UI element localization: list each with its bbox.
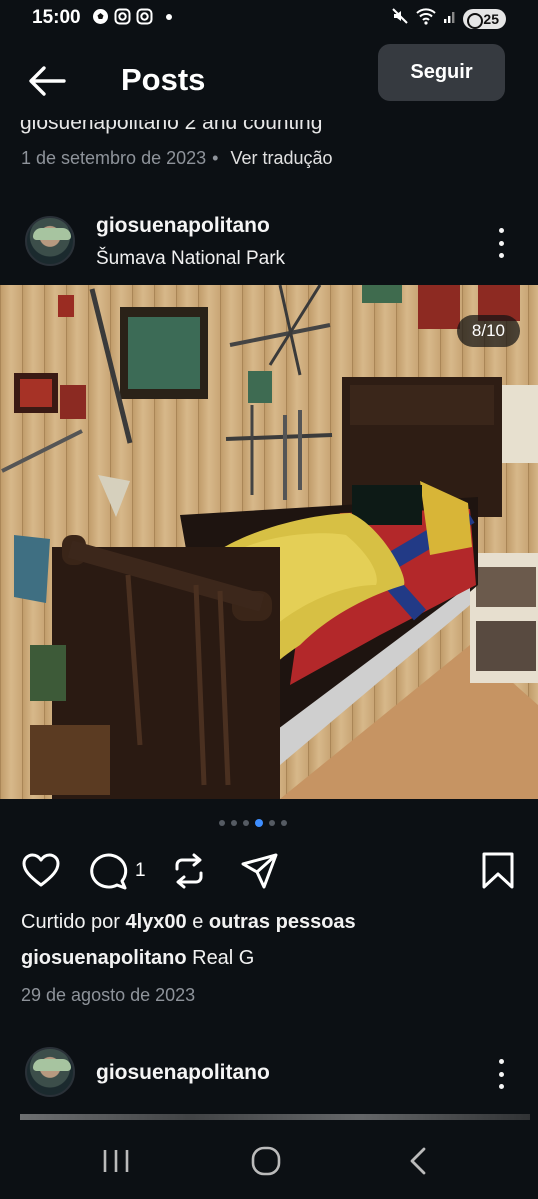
more-notifications-dot — [166, 13, 172, 20]
repost-icon — [175, 853, 203, 889]
instagram-icon — [114, 8, 131, 25]
post-image[interactable]: 8/10 — [0, 285, 538, 799]
comment-icon — [90, 853, 128, 890]
mute-icon — [391, 7, 409, 30]
avatar[interactable] — [25, 216, 75, 266]
system-icons: 25 — [391, 7, 506, 30]
carousel-dot — [269, 820, 275, 826]
nav-back-icon — [410, 1147, 426, 1175]
recents-button[interactable] — [97, 1144, 137, 1178]
back-button[interactable] — [26, 60, 68, 102]
carousel-dot — [231, 820, 237, 826]
next-post-avatar[interactable] — [25, 1047, 75, 1097]
more-options-button[interactable] — [494, 228, 508, 258]
system-navigation-bar — [0, 1120, 538, 1199]
share-button[interactable] — [240, 851, 280, 891]
soccer-ball-icon — [92, 8, 109, 25]
caption-username[interactable]: giosuenapolitano — [21, 947, 187, 969]
signal-icon — [443, 8, 457, 29]
save-bookmark-icon — [482, 852, 514, 889]
status-time: 15:00 — [32, 7, 81, 28]
liked-by-others[interactable]: outras pessoas — [209, 911, 356, 933]
follow-button[interactable]: Seguir — [378, 44, 505, 101]
repost-button[interactable] — [169, 851, 209, 891]
next-post-username[interactable]: giosuenapolitano — [96, 1061, 270, 1085]
save-button[interactable] — [479, 851, 519, 891]
likes-summary[interactable]: Curtido por 4lyx00 e outras pessoas — [21, 911, 356, 934]
previous-post-meta: 1 de setembro de 2023 • Ver tradução — [21, 148, 333, 169]
more-icon — [498, 1059, 504, 1064]
share-icon — [241, 853, 278, 889]
like-heart-icon — [22, 853, 60, 887]
system-back-button[interactable] — [400, 1144, 440, 1178]
comment-button[interactable] — [88, 851, 128, 891]
comment-count: 1 — [135, 860, 146, 881]
instagram-icon — [136, 8, 153, 25]
page-title: Posts — [121, 62, 206, 97]
notification-icons — [92, 8, 172, 25]
likes-connector: e — [186, 911, 209, 933]
previous-post-date: 1 de setembro de 2023 — [21, 148, 207, 168]
like-button[interactable] — [21, 851, 61, 891]
carousel-dot — [281, 820, 287, 826]
bedroom-photo — [0, 285, 538, 799]
carousel-dot-active — [255, 819, 263, 827]
carousel-dot — [243, 820, 249, 826]
meta-separator: • — [212, 148, 219, 168]
more-icon — [498, 228, 504, 233]
recents-icon — [103, 1150, 129, 1172]
post-date: 29 de agosto de 2023 — [21, 985, 196, 1005]
next-post-more-button[interactable] — [494, 1059, 508, 1089]
post-caption: giosuenapolitano Real G — [21, 947, 254, 970]
image-counter: 8/10 — [456, 315, 520, 347]
home-button[interactable] — [246, 1144, 286, 1178]
post-location[interactable]: Šumava National Park — [96, 248, 285, 270]
status-bar: 15:00 25 — [0, 0, 538, 36]
see-translation-link[interactable]: Ver tradução — [230, 148, 332, 168]
likes-prefix: Curtido por — [21, 911, 126, 933]
home-icon — [251, 1146, 281, 1176]
carousel-dot — [219, 820, 225, 826]
battery-indicator: 25 — [463, 8, 506, 29]
back-arrow-icon — [29, 66, 66, 96]
top-header: Posts Seguir — [0, 40, 538, 120]
post-username[interactable]: giosuenapolitano — [96, 214, 270, 238]
carousel-indicator — [219, 819, 287, 827]
caption-text: Real G — [186, 947, 255, 969]
liked-by-user[interactable]: 4lyx00 — [126, 911, 187, 933]
wifi-icon — [415, 7, 437, 30]
